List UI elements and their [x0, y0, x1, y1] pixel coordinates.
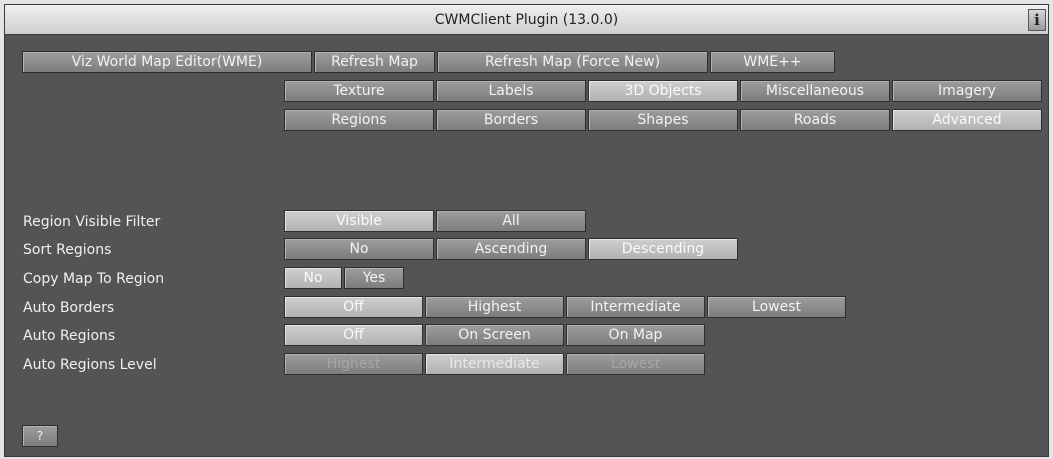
tab-regions[interactable]: Regions	[284, 109, 434, 131]
auto-regions-level-lowest[interactable]: Lowest	[566, 353, 705, 375]
sort-regions-label: Sort Regions	[23, 242, 112, 258]
tab-borders[interactable]: Borders	[436, 109, 586, 131]
sort-regions-no[interactable]: No	[284, 238, 434, 260]
sort-regions-descending[interactable]: Descending	[588, 238, 738, 260]
tab-advanced[interactable]: Advanced	[892, 109, 1042, 131]
refresh-map-force-button[interactable]: Refresh Map (Force New)	[437, 51, 708, 73]
auto-regions-on-screen[interactable]: On Screen	[425, 324, 564, 346]
tab-3d-objects[interactable]: 3D Objects	[588, 80, 738, 102]
auto-borders-off[interactable]: Off	[284, 296, 423, 318]
plugin-panel: CWMClient Plugin (13.0.0) i Viz World Ma…	[4, 4, 1049, 457]
wme-plus-button[interactable]: WME++	[710, 51, 835, 73]
title-bar: CWMClient Plugin (13.0.0) i	[5, 5, 1048, 35]
tab-labels[interactable]: Labels	[436, 80, 586, 102]
tab-roads[interactable]: Roads	[740, 109, 890, 131]
copy-map-no[interactable]: No	[284, 267, 342, 289]
auto-regions-level-highest[interactable]: Highest	[284, 353, 423, 375]
copy-map-to-region-label: Copy Map To Region	[23, 271, 165, 287]
tab-miscellaneous[interactable]: Miscellaneous	[740, 80, 890, 102]
auto-borders-label: Auto Borders	[23, 300, 115, 316]
wme-editor-button[interactable]: Viz World Map Editor(WME)	[22, 51, 312, 73]
tab-imagery[interactable]: Imagery	[892, 80, 1042, 102]
refresh-map-button[interactable]: Refresh Map	[314, 51, 435, 73]
copy-map-yes[interactable]: Yes	[344, 267, 404, 289]
info-icon[interactable]: i	[1028, 9, 1046, 31]
auto-regions-off[interactable]: Off	[284, 324, 423, 346]
region-visible-filter-visible[interactable]: Visible	[284, 210, 434, 232]
auto-regions-level-label: Auto Regions Level	[23, 357, 157, 373]
tab-texture[interactable]: Texture	[284, 80, 434, 102]
tab-shapes[interactable]: Shapes	[588, 109, 738, 131]
region-visible-filter-label: Region Visible Filter	[23, 214, 161, 230]
sort-regions-ascending[interactable]: Ascending	[436, 238, 586, 260]
auto-regions-level-intermediate[interactable]: Intermediate	[425, 353, 564, 375]
auto-borders-intermediate[interactable]: Intermediate	[566, 296, 705, 318]
auto-borders-lowest[interactable]: Lowest	[707, 296, 846, 318]
region-visible-filter-all[interactable]: All	[436, 210, 586, 232]
auto-regions-on-map[interactable]: On Map	[566, 324, 705, 346]
window-title: CWMClient Plugin (13.0.0)	[434, 12, 619, 28]
help-button[interactable]: ?	[22, 425, 58, 447]
auto-borders-highest[interactable]: Highest	[425, 296, 564, 318]
auto-regions-label: Auto Regions	[23, 328, 116, 344]
